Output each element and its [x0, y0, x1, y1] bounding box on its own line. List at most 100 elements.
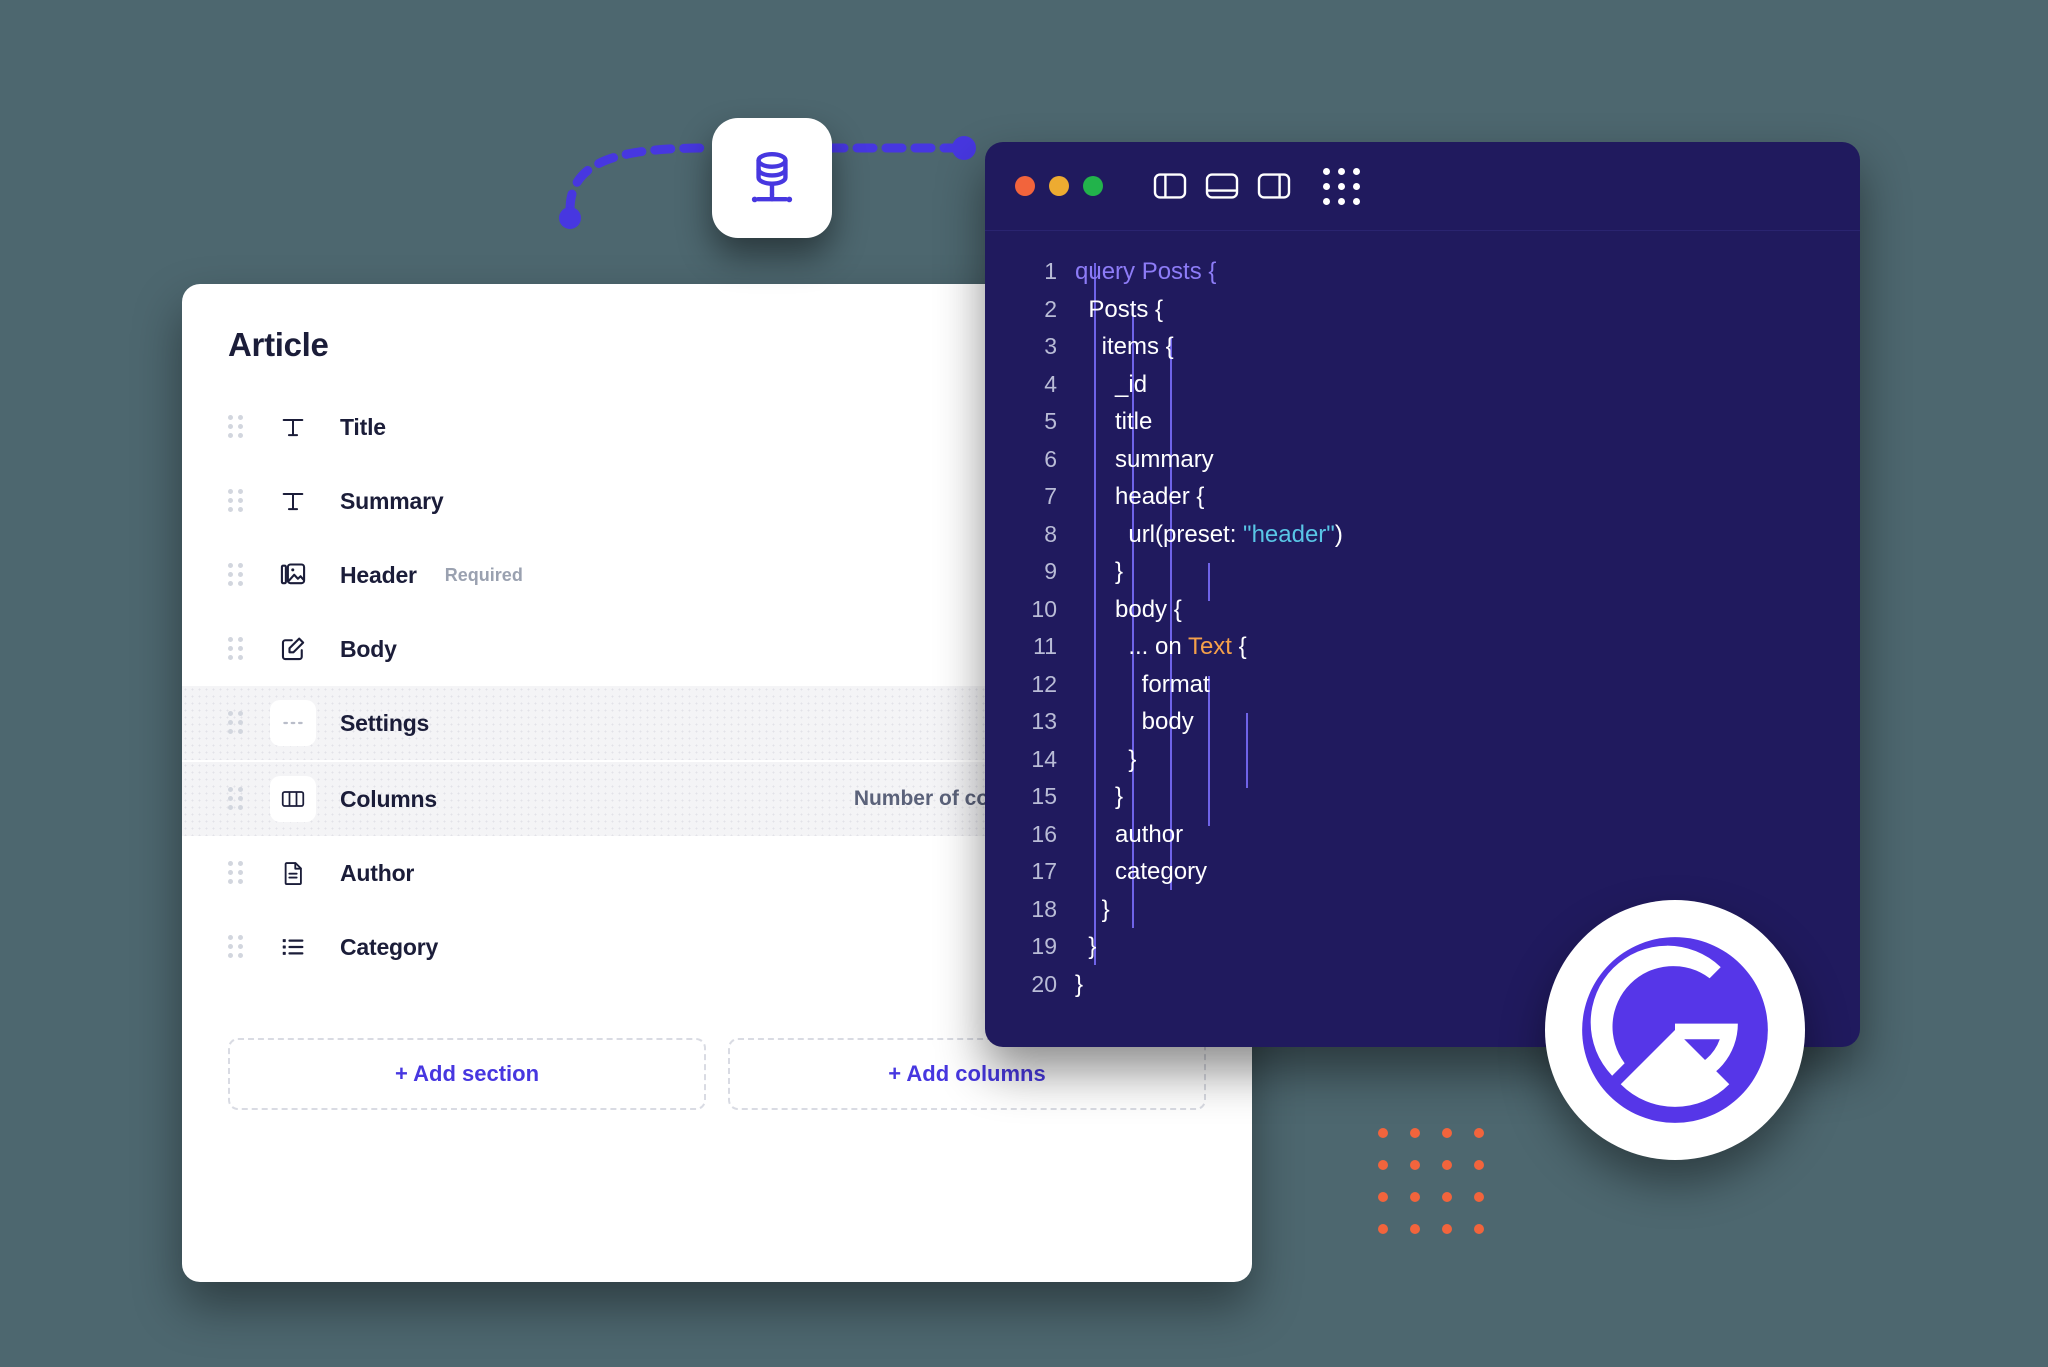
code-line: 9 }	[985, 553, 1860, 591]
connector-right-node	[952, 136, 976, 160]
text-type-icon	[270, 404, 316, 450]
list-icon	[270, 924, 316, 970]
connector-left-path	[565, 143, 713, 215]
line-number: 3	[1044, 333, 1057, 359]
database-source-chip[interactable]	[712, 118, 832, 238]
code-token: }	[1075, 895, 1110, 923]
code-line: 2 Posts {	[985, 291, 1860, 329]
drag-handle-icon[interactable]	[228, 935, 244, 959]
code-token: body	[1075, 708, 1194, 735]
code-token: body {	[1075, 595, 1182, 623]
dashes-icon	[270, 700, 316, 746]
dot-grid-decoration	[1378, 1128, 1484, 1234]
line-number: 14	[1031, 745, 1057, 772]
drag-handle-icon[interactable]	[228, 861, 244, 885]
traffic-light-maximize-icon[interactable]	[1083, 176, 1103, 196]
code-line-text: url(preset: "header")	[1075, 516, 1342, 554]
code-line-text: summary	[1075, 441, 1214, 479]
panel-bottom-icon[interactable]	[1205, 172, 1239, 200]
code-line: 4 _id	[985, 366, 1860, 404]
drag-handle-icon[interactable]	[228, 563, 244, 587]
line-number: 7	[1044, 483, 1057, 509]
sidebar-left-icon[interactable]	[1153, 172, 1187, 200]
code-token: Text	[1187, 633, 1232, 660]
connector-left-node	[559, 207, 581, 229]
line-number: 1	[1044, 258, 1057, 284]
code-line-text: }	[1075, 553, 1123, 591]
code-token: title	[1075, 408, 1153, 435]
drag-handle-icon[interactable]	[228, 787, 244, 811]
code-line: 17 category	[985, 853, 1860, 891]
code-line: 7 header {	[985, 478, 1860, 516]
field-label: Title	[340, 413, 386, 440]
gatsby-logo-badge	[1545, 900, 1805, 1160]
traffic-light-close-icon[interactable]	[1015, 176, 1035, 196]
sidebar-right-icon[interactable]	[1257, 172, 1291, 200]
code-token: Posts {	[1075, 295, 1164, 323]
drag-handle-icon[interactable]	[228, 415, 244, 439]
code-line: 12 format	[985, 666, 1860, 704]
code-token: Posts {	[1141, 258, 1217, 285]
code-token: summary	[1075, 445, 1214, 473]
code-token: }	[1075, 970, 1084, 998]
code-token: }	[1075, 783, 1124, 810]
drag-handle-icon[interactable]	[228, 489, 244, 513]
code-line-text: title	[1075, 403, 1152, 441]
field-label: Settings	[340, 709, 430, 736]
line-number: 8	[1044, 520, 1057, 547]
code-line: 3 items {	[985, 328, 1860, 366]
field-label: Author	[340, 859, 415, 886]
line-number: 6	[1044, 445, 1057, 472]
code-line: 13 body	[985, 703, 1860, 741]
line-number: 17	[1031, 858, 1057, 884]
code-token: header {	[1075, 483, 1205, 510]
add-columns-button[interactable]: + Add columns	[728, 1038, 1206, 1110]
line-number: 15	[1031, 783, 1057, 809]
required-badge: Required	[444, 564, 523, 585]
code-line-text: }	[1075, 778, 1123, 816]
drag-handle-icon[interactable]	[228, 637, 244, 661]
code-line: 11 ... on Text {	[985, 628, 1860, 666]
code-line-text: }	[1075, 891, 1110, 929]
code-token: }	[1075, 745, 1137, 773]
code-token: {	[1231, 633, 1247, 660]
code-line: 16 author	[985, 816, 1860, 854]
traffic-light-minimize-icon[interactable]	[1049, 176, 1069, 196]
line-number: 10	[1031, 595, 1057, 622]
code-line-text: author	[1075, 816, 1183, 854]
code-window-titlebar	[985, 142, 1860, 231]
code-line-text: body	[1075, 703, 1194, 741]
field-label: Header	[340, 561, 417, 588]
text-type-icon	[270, 478, 316, 524]
drag-handle-icon[interactable]	[228, 711, 244, 735]
code-line: 15 }	[985, 778, 1860, 816]
code-token: "header"	[1243, 520, 1335, 548]
code-line-text: format	[1075, 666, 1210, 704]
line-number: 18	[1031, 895, 1057, 922]
field-label: Category	[340, 933, 439, 960]
code-line: 10 body {	[985, 591, 1860, 629]
code-lines: 1 query Posts {2 Posts {3 items {4 _id 5 t…	[985, 253, 1860, 1003]
code-token: author	[1075, 820, 1184, 848]
line-number: 19	[1031, 933, 1057, 959]
code-token: category	[1075, 858, 1208, 885]
document-icon	[270, 850, 316, 896]
image-gallery-icon	[270, 552, 316, 598]
edit-pencil-icon	[270, 626, 316, 672]
code-line-text: }	[1075, 966, 1083, 1004]
line-number: 16	[1031, 820, 1057, 847]
line-number: 13	[1031, 708, 1057, 734]
code-line-text: items {	[1075, 328, 1174, 366]
add-section-button[interactable]: + Add section	[228, 1038, 706, 1110]
field-label: Columns	[340, 785, 437, 812]
line-number: 2	[1044, 295, 1057, 322]
line-number: 5	[1044, 408, 1057, 434]
code-line-text: }	[1075, 741, 1136, 779]
field-label: Body	[340, 635, 397, 662]
code-token: ... on	[1075, 633, 1188, 660]
code-line-text: body {	[1075, 591, 1182, 629]
field-label: Summary	[340, 487, 444, 514]
code-line: 8 url(preset: "header")	[985, 516, 1860, 554]
gatsby-logo-icon	[1582, 937, 1768, 1123]
grid-dots-icon[interactable]	[1323, 167, 1360, 205]
